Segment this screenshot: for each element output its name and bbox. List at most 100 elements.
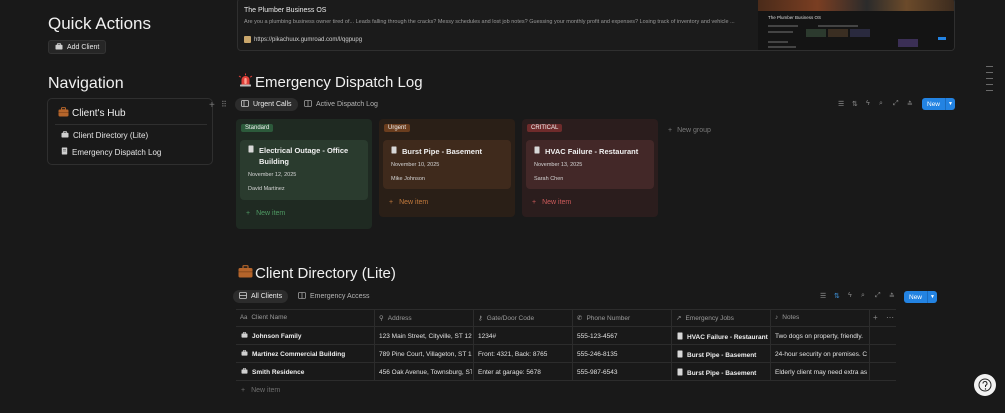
gate-code-cell[interactable]: Front: 4321, Back: 8765	[478, 351, 571, 358]
sort-icon[interactable]: ⇅	[852, 100, 858, 108]
bookmark-card[interactable]: The Plumber Business OS Are you a plumbi…	[237, 0, 955, 51]
new-item-label: New item	[256, 210, 286, 217]
client-name-cell[interactable]: Smith Residence	[241, 368, 371, 376]
key-icon: ⚷	[478, 315, 483, 322]
table-border	[236, 380, 896, 381]
sort-icon[interactable]: ⇅	[834, 292, 840, 300]
location-icon: ⚲	[379, 315, 384, 322]
tab-active-dispatch-log[interactable]: Active Dispatch Log	[298, 98, 384, 111]
automation-icon[interactable]: ϟ	[866, 100, 870, 107]
search-icon[interactable]: ⌕	[879, 100, 883, 108]
automation-icon[interactable]: ϟ	[848, 292, 852, 299]
card-person: Mike Johnson	[391, 176, 425, 182]
settings-icon[interactable]: ≛	[907, 100, 913, 108]
new-item-button[interactable]: + New item	[389, 199, 428, 206]
column-header-emergency-jobs[interactable]: ↗ Emergency Jobs	[676, 314, 734, 323]
status-badge[interactable]: Standard	[241, 124, 274, 132]
bookmark-thumbnail: The Plumber Business OS	[758, 0, 954, 50]
nav-link-emergency-dispatch[interactable]: Emergency Dispatch Log	[61, 147, 161, 157]
nav-link-client-directory[interactable]: Client Directory (Lite)	[61, 131, 148, 140]
briefcase-icon	[238, 265, 253, 282]
drag-handle-icon[interactable]: ⠿	[221, 100, 227, 109]
header-label: Emergency Jobs	[685, 314, 734, 322]
thumbnail-block	[938, 37, 946, 40]
divider	[55, 124, 207, 125]
notes-cell[interactable]: Elderly client may need extra as	[775, 369, 868, 376]
emergency-job-text: Burst Pipe - Basement	[687, 351, 757, 359]
header-label: Address	[387, 314, 412, 322]
dispatch-card[interactable]: HVAC Failure - Restaurant November 13, 2…	[526, 140, 654, 189]
bookmark-description: Are you a plumbing business owner tired …	[244, 19, 735, 25]
emergency-job-cell[interactable]: Burst Pipe - Basement	[677, 368, 769, 378]
document-icon	[391, 146, 397, 157]
filter-icon[interactable]: ☰	[820, 292, 826, 300]
emergency-job-cell[interactable]: Burst Pipe - Basement	[677, 350, 769, 360]
outline-marker[interactable]	[986, 78, 993, 79]
outline-marker[interactable]	[986, 84, 993, 85]
gate-code-cell[interactable]: Enter at garage: 5678	[478, 369, 571, 376]
tab-label: Active Dispatch Log	[316, 101, 378, 108]
new-client-button[interactable]: New ▼	[904, 291, 938, 303]
tab-emergency-access[interactable]: Emergency Access	[292, 290, 376, 303]
search-icon[interactable]: ⌕	[861, 292, 865, 300]
card-date: November 10, 2025	[391, 162, 440, 168]
tab-all-clients[interactable]: All Clients	[233, 290, 289, 303]
column-header-gate-code[interactable]: ⚷ Gate/Door Code	[478, 314, 535, 323]
nav-link-label: Client Directory (Lite)	[73, 131, 149, 140]
dispatch-card[interactable]: Burst Pipe - Basement November 10, 2025 …	[383, 140, 511, 189]
tab-label: Emergency Access	[310, 293, 370, 300]
address-cell[interactable]: 123 Main Street, Cityville, ST 12	[379, 333, 472, 340]
add-property-icon[interactable]: +	[873, 313, 878, 322]
expand-icon[interactable]: ⤢	[875, 292, 881, 300]
outline-marker[interactable]	[986, 66, 993, 67]
column-header-notes[interactable]: ♪ Notes	[775, 314, 799, 321]
status-badge[interactable]: CRITICAL	[527, 124, 563, 132]
thumbnail-block	[898, 39, 918, 47]
new-group-button[interactable]: + New group	[668, 127, 711, 134]
outline-marker[interactable]	[986, 90, 993, 91]
new-item-label: New item	[542, 199, 572, 206]
address-cell[interactable]: 789 Pine Court, Villageton, ST 1	[379, 351, 472, 358]
tab-urgent-calls[interactable]: Urgent Calls	[235, 98, 298, 111]
emergency-job-cell[interactable]: HVAC Failure - Restaurant	[677, 332, 769, 342]
new-dispatch-button[interactable]: New ▼	[922, 98, 956, 110]
tab-label: All Clients	[251, 293, 283, 300]
phone-cell[interactable]: 555-987-6543	[577, 369, 670, 376]
column-header-address[interactable]: ⚲ Address	[379, 314, 412, 323]
column-header-phone[interactable]: ✆ Phone Number	[577, 314, 630, 323]
address-cell[interactable]: 456 Oak Avenue, Townsburg, ST	[379, 369, 472, 376]
help-assistant-icon[interactable]	[974, 374, 996, 396]
table-border	[236, 309, 896, 310]
chevron-down-icon[interactable]: ▼	[927, 291, 937, 303]
text-property-icon: Aa	[240, 314, 248, 321]
new-item-button[interactable]: + New item	[246, 210, 285, 217]
client-name-cell[interactable]: Martinez Commercial Building	[241, 350, 371, 358]
column-divider	[374, 309, 375, 381]
filter-icon[interactable]: ☰	[838, 100, 844, 108]
briefcase-icon	[241, 368, 248, 376]
notes-cell[interactable]: Two dogs on property, friendly.	[775, 333, 868, 340]
phone-cell[interactable]: 555-123-4567	[577, 333, 670, 340]
header-label: Gate/Door Code	[486, 314, 535, 322]
briefcase-icon	[55, 42, 63, 52]
column-header-client-name[interactable]: Aa Client Name	[240, 314, 287, 321]
gate-code-cell[interactable]: 1234#	[478, 333, 571, 340]
table-view-icon	[304, 100, 312, 109]
expand-icon[interactable]: ⤢	[893, 100, 899, 108]
status-badge[interactable]: Urgent	[384, 124, 411, 132]
add-client-button[interactable]: Add Client	[48, 40, 107, 54]
card-title-text: Electrical Outage - Office Building	[259, 146, 349, 166]
chevron-down-icon[interactable]: ▼	[945, 98, 955, 110]
new-item-button[interactable]: + New item	[532, 199, 571, 206]
more-options-icon[interactable]: ⋯	[886, 313, 894, 322]
board-column-urgent: Urgent Burst Pipe - Basement November 10…	[379, 119, 515, 217]
client-name-cell[interactable]: Johnson Family	[241, 332, 371, 340]
add-block-icon[interactable]: +	[209, 100, 215, 111]
notes-cell[interactable]: 24-hour security on premises. C	[775, 351, 868, 358]
settings-icon[interactable]: ≛	[889, 292, 895, 300]
dispatch-card[interactable]: Electrical Outage - Office Building Nove…	[240, 140, 368, 200]
header-label: Notes	[782, 314, 800, 321]
phone-cell[interactable]: 555-246-8135	[577, 351, 670, 358]
new-row-button[interactable]: + New item	[241, 387, 280, 394]
outline-marker[interactable]	[986, 72, 993, 73]
